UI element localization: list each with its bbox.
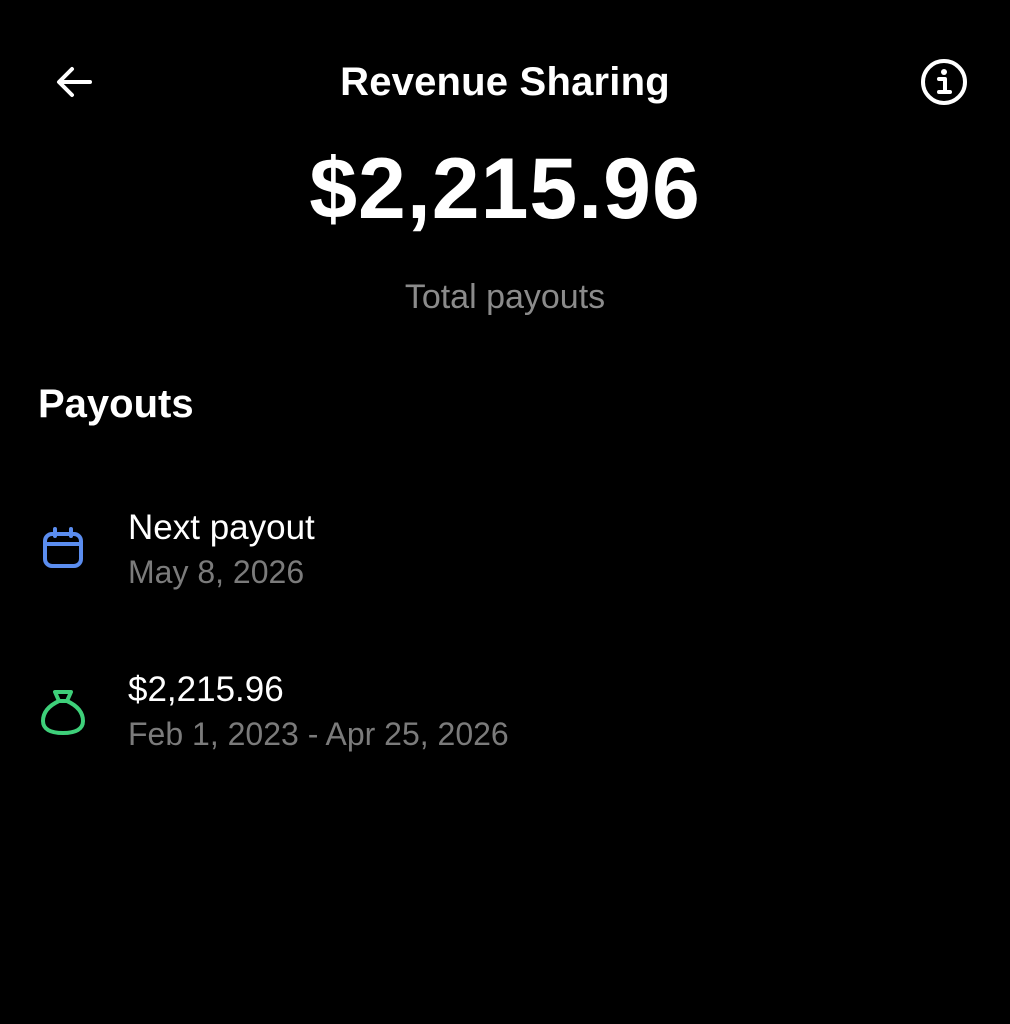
payouts-heading: Payouts [38, 382, 194, 426]
next-payout-row[interactable]: Next payout May 8, 2026 [0, 500, 1010, 610]
payout-date-range: Feb 1, 2023 - Apr 25, 2026 [128, 716, 509, 752]
info-button[interactable] [914, 54, 974, 114]
page-title: Revenue Sharing [340, 60, 670, 104]
payout-amount: $2,215.96 [128, 670, 284, 709]
next-payout-title: Next payout [128, 508, 315, 547]
next-payout-date: May 8, 2026 [128, 554, 305, 590]
payout-total-row[interactable]: $2,215.96 Feb 1, 2023 - Apr 25, 2026 [0, 662, 1010, 772]
total-payout-amount: $2,215.96 [309, 141, 701, 237]
calendar-icon [38, 524, 88, 574]
info-circle-icon [919, 57, 969, 112]
total-payout-label: Total payouts [404, 278, 606, 316]
money-bag-icon [38, 686, 88, 736]
